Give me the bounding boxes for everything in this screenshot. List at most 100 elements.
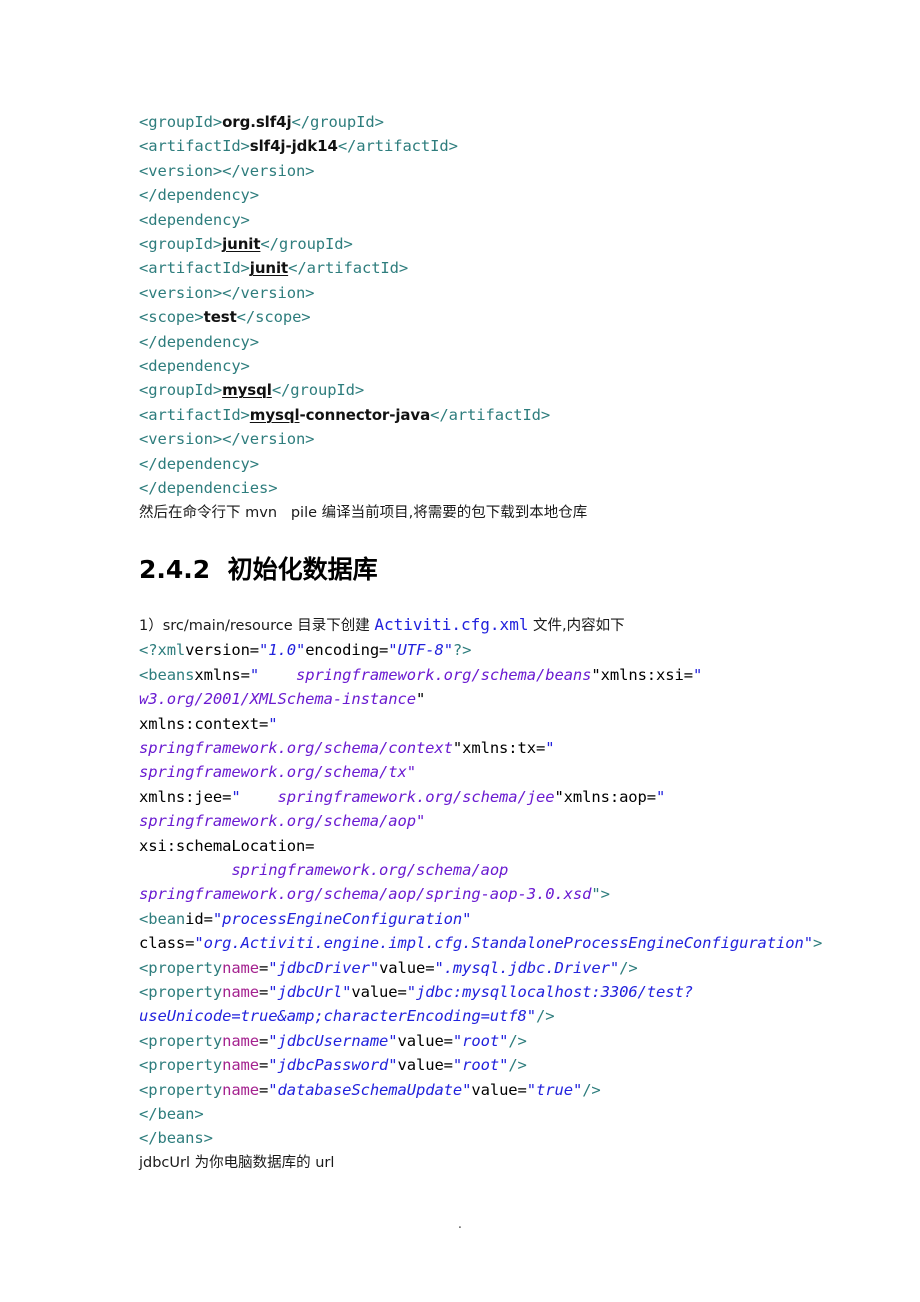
code-line: </bean> (139, 1102, 839, 1126)
code-token-attr: xsi:schemaLocation= (139, 836, 315, 855)
code-line: <groupId>org.slf4j</groupId> (139, 110, 839, 134)
code-token-tag: </dependency> (139, 454, 260, 473)
code-token-tag: <beans (139, 665, 195, 684)
code-token-tag: <artifactId> (139, 137, 250, 156)
code-token-tag: <?xml (139, 641, 186, 660)
code-token-val: " (249, 665, 260, 684)
code-token-tag: </artifactId> (430, 405, 551, 424)
code-token-tag: > (812, 934, 823, 953)
intro-prefix: 1）src/main/resource 目录下创建 (139, 617, 375, 634)
code-line: <propertyname="databaseSchemaUpdate"valu… (139, 1078, 839, 1102)
code-token-attrname: name (222, 983, 260, 1001)
code-token-tag: </scope> (236, 308, 311, 327)
code-token-val: "jdbcPassword" (268, 1056, 398, 1075)
code-line: </dependency> (139, 452, 839, 476)
note-after-pom: 然后在命令行下 mvn pile 编译当前项目,将需要的包下载到本地仓库 (139, 504, 588, 521)
code-line: <version></version> (139, 281, 839, 305)
code-token-attr: encoding= (305, 641, 389, 660)
code-token-tag: </groupId> (271, 381, 365, 400)
code-token-val: "1.0" (259, 641, 306, 660)
code-token-val: " (231, 787, 241, 806)
code-token-tag: <version></version> (139, 161, 315, 180)
code-token-txt-u: junit (222, 235, 261, 254)
code-token-tag: </groupId> (291, 113, 384, 131)
config-code-block: <?xmlversion="1.0"encoding="UTF-8"?> <bea… (139, 638, 839, 1151)
code-line: </beans> (139, 1126, 839, 1150)
code-line: springframework.org/schema/tx" (139, 760, 839, 784)
code-token-tag: <artifactId> (139, 405, 250, 424)
code-token-txt: -connector-java (299, 405, 431, 424)
code-token-txt-u: junit (249, 259, 289, 278)
code-token-txt-u: mysql (249, 405, 300, 424)
code-token-tag: <scope> (139, 308, 204, 327)
code-token-val: "processEngineConfiguration" (212, 909, 472, 928)
code-token-tag: <dependency> (139, 210, 250, 229)
code-token-attr: "xmlns:aop= (554, 787, 657, 806)
code-token-attr: version= (185, 641, 260, 660)
pom-code-block: <groupId>org.slf4j</groupId> <artifactId>… (139, 110, 839, 501)
code-token-val: "org.Activiti.engine.impl.cfg.Standalone… (194, 934, 813, 953)
code-token-tag: ?> (452, 641, 472, 660)
code-token-url: springframework.org/schema/jee (240, 787, 555, 806)
code-token-tag: </dependency> (139, 332, 260, 351)
code-token-val: " (692, 665, 703, 684)
code-token-tag: <groupId> (139, 235, 223, 254)
code-token-tag: <property (139, 983, 223, 1001)
code-token-attr: "xmlns:tx= (452, 738, 546, 757)
code-token-url: springframework.org/schema/aop" (139, 812, 426, 831)
code-token-attrname: name (222, 1080, 260, 1099)
code-token-tag: /> (508, 1031, 527, 1050)
code-token-tag: </bean> (139, 1105, 204, 1124)
config-filename: Activiti.cfg.xml (374, 614, 529, 634)
code-token-attr: xmlns= (194, 665, 250, 684)
code-token-tag: "> (591, 885, 610, 904)
code-line: xmlns:context=" (139, 712, 839, 736)
code-line: <artifactId>mysql-connector-java</artifa… (139, 403, 839, 427)
code-token-attr: = (259, 958, 269, 977)
code-line: </dependency> (139, 330, 839, 354)
code-token-tag: <groupId> (139, 381, 223, 400)
code-line: <beansxmlns=" springframework.org/schema… (139, 663, 839, 687)
code-token-url: springframework.org/schema/context (139, 738, 453, 757)
code-token-attr: = (259, 983, 269, 1001)
code-line: <propertyname="jdbcPassword"value="root"… (139, 1053, 839, 1077)
page-title: 2.4.2 初始化数据库 (139, 554, 378, 584)
code-token-tag: <dependency> (139, 357, 250, 376)
code-token-url: springframework.org/schema/aop/spring-ao… (139, 885, 592, 904)
code-line: <groupId>junit</groupId> (139, 232, 839, 256)
code-token-txt: slf4j-jdk14 (249, 137, 338, 156)
code-token-attr: value= (397, 1056, 454, 1075)
code-token-txt: org.slf4j (222, 113, 292, 131)
code-token-val: "root" (452, 1031, 509, 1050)
code-line: springframework.org/schema/aop (139, 858, 839, 882)
code-token-txt: test (203, 308, 237, 327)
code-token-attr: class= (139, 934, 195, 953)
code-token-val: " (545, 738, 555, 757)
code-line: <propertyname="jdbcDriver"value=".mysql.… (139, 956, 839, 980)
code-line: <groupId>mysql</groupId> (139, 378, 839, 402)
code-line: <dependency> (139, 208, 839, 232)
code-token-val: "root" (452, 1056, 509, 1075)
code-token-attr: value= (471, 1080, 527, 1099)
code-token-tag: <property (139, 1031, 223, 1050)
code-token-tag: </groupId> (260, 235, 353, 254)
code-token-tag: /> (619, 958, 638, 977)
code-token-val: ".mysql.jdbc.Driver" (434, 958, 620, 977)
code-line: <?xmlversion="1.0"encoding="UTF-8"?> (139, 638, 839, 662)
intro-line: 1）src/main/resource 目录下创建 Activiti.cfg.x… (139, 613, 839, 638)
code-line: springframework.org/schema/context"xmlns… (139, 736, 839, 760)
code-token-attr: value= (397, 1031, 454, 1050)
code-token-tag: </beans> (139, 1129, 213, 1148)
code-line: xmlns:jee=" springframework.org/schema/j… (139, 785, 839, 809)
code-token-attrname: name (222, 1031, 260, 1050)
page-content: <groupId>org.slf4j</groupId> <artifactId>… (139, 110, 839, 1175)
code-token-val: "jdbcUrl" (268, 983, 352, 1001)
code-token-val: "UTF-8" (388, 641, 453, 660)
code-token-tag: <property (139, 958, 223, 977)
code-token-attr: value= (351, 983, 407, 1001)
code-token-url: springframework.org/schema/aop (139, 860, 509, 879)
code-token-url: springframework.org/schema/beans (259, 665, 592, 684)
code-line: <beanid="processEngineConfiguration" (139, 907, 839, 931)
code-token-attr: "xmlns:xsi= (591, 665, 693, 684)
code-token-tag: /> (508, 1056, 527, 1075)
